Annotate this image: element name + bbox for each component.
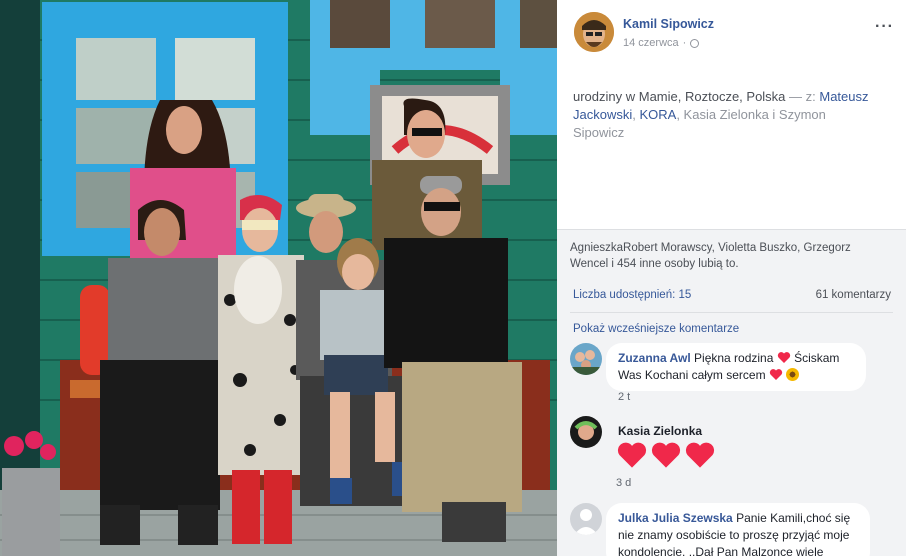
heart-icon: [685, 442, 715, 468]
comment-item: Julka Julia Szewska Panie Kamili,choć si…: [570, 503, 900, 556]
post-date[interactable]: 14 czerwca: [623, 37, 679, 49]
heart-icon: [651, 442, 681, 468]
post-header: Kamil Sipowicz 14 czerwca · ···: [574, 12, 894, 56]
author-avatar[interactable]: [574, 12, 614, 52]
comment-emoji: [616, 440, 716, 470]
commenter-name[interactable]: Zuzanna Awl: [618, 351, 691, 365]
show-previous-comments-link[interactable]: Pokaż wcześniejsze komentarze: [573, 323, 739, 335]
reactions-area: AgnieszkaRobert Morawscy, Violetta Buszk…: [557, 229, 906, 556]
post-text: urodziny w Mamie, Roztocze, Polska — z: …: [573, 88, 873, 142]
comment-item: Zuzanna Awl Piękna rodzina Ściskam Was K…: [570, 343, 900, 407]
comment-bubble: Zuzanna Awl Piękna rodzina Ściskam Was K…: [606, 343, 866, 391]
heart-icon: [617, 442, 647, 468]
commenter-name[interactable]: Kasia Zielonka: [618, 424, 702, 438]
commenter-avatar[interactable]: [570, 503, 602, 535]
heart-icon: [769, 369, 783, 380]
sunflower-icon: [786, 368, 800, 381]
comment-bubble: Julka Julia Szewska Panie Kamili,choć si…: [606, 503, 870, 556]
post-photo[interactable]: [0, 0, 557, 556]
family-photo: [0, 0, 557, 556]
shares-count-link[interactable]: Liczba udostępnień: 15: [573, 289, 691, 301]
comment-time[interactable]: 2 t: [618, 391, 630, 403]
tag-link-kora[interactable]: KORA: [639, 107, 676, 122]
author-name-link[interactable]: Kamil Sipowicz: [623, 17, 714, 31]
comment-text: Piękna rodzina: [690, 351, 777, 365]
commenter-avatar[interactable]: [570, 343, 602, 375]
comment-item: Kasia Zielonka 3 d: [570, 416, 900, 490]
divider: [570, 312, 893, 313]
more-options-icon[interactable]: ···: [875, 18, 894, 36]
likes-summary[interactable]: AgnieszkaRobert Morawscy, Violetta Buszk…: [570, 240, 890, 272]
commenter-avatar[interactable]: [570, 416, 602, 448]
commenter-name[interactable]: Julka Julia Szewska: [618, 511, 733, 525]
post-text-location: urodziny w Mamie, Roztocze, Polska: [573, 89, 786, 104]
comments-count-link[interactable]: 61 komentarzy: [816, 289, 891, 301]
post-meta: 14 czerwca ·: [623, 37, 700, 49]
globe-icon[interactable]: [690, 38, 700, 48]
heart-icon: [777, 352, 790, 363]
comment-time[interactable]: 3 d: [616, 477, 631, 489]
post-text-with: — z:: [785, 89, 820, 104]
post-panel: Kamil Sipowicz 14 czerwca · ··· urodziny…: [557, 0, 906, 556]
